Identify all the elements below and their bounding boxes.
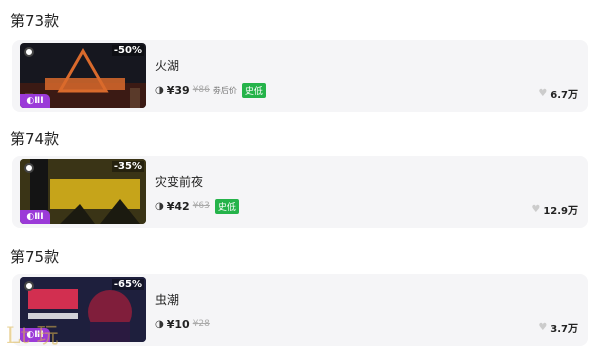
- price-row: ◑ ¥10 ¥28: [155, 316, 210, 332]
- discount-label: -35%: [111, 161, 144, 172]
- discount-label: -50%: [111, 45, 144, 56]
- sale-price: ¥39: [166, 83, 190, 97]
- steam-icon: [24, 163, 34, 173]
- discount-label: -65%: [111, 279, 144, 290]
- watermark: Lt 玩: [6, 324, 59, 349]
- game-thumbnail[interactable]: -35% ◐ⅡⅠ: [20, 159, 146, 224]
- likes[interactable]: ♥ 3.7万: [538, 320, 578, 335]
- game-card[interactable]: -65% ◐ⅡⅠ 虫潮 ◑ ¥10 ¥28 ♥ 3.7万: [12, 274, 588, 346]
- entry-heading: 第74款: [10, 130, 60, 148]
- game-title[interactable]: 虫潮: [155, 291, 179, 308]
- likes[interactable]: ♥ 12.9万: [531, 202, 578, 217]
- game-card[interactable]: -35% ◐ⅡⅠ 灾变前夜 ◑ ¥42 ¥63 史低 ♥ 12.9万: [12, 156, 588, 228]
- heart-icon: ♥: [538, 88, 548, 99]
- entry-heading: 第75款: [10, 248, 60, 266]
- price-row: ◑ ¥39 ¥86 劵后价 史低: [155, 82, 266, 98]
- coin-icon: ◑: [155, 318, 164, 330]
- historic-low-badge: 史低: [241, 82, 266, 98]
- sale-price: ¥42: [166, 199, 190, 213]
- platform-badge-icon: ◐ⅡⅠ: [20, 210, 50, 224]
- original-price: ¥86: [192, 85, 210, 95]
- heart-icon: ♥: [538, 322, 548, 333]
- likes-count: 3.7万: [550, 324, 578, 335]
- original-price: ¥63: [192, 201, 210, 211]
- sale-price: ¥10: [166, 317, 190, 331]
- steam-icon: [24, 281, 34, 291]
- likes-count: 12.9万: [543, 206, 578, 217]
- game-title[interactable]: 火湖: [155, 57, 179, 74]
- coin-icon: ◑: [155, 84, 164, 96]
- coin-icon: ◑: [155, 200, 164, 212]
- steam-icon: [24, 47, 34, 57]
- original-price: ¥28: [192, 319, 210, 329]
- historic-low-badge: 史低: [214, 198, 239, 214]
- price-row: ◑ ¥42 ¥63 史低: [155, 198, 239, 214]
- entry-heading: 第73款: [10, 12, 60, 30]
- platform-badge-icon: ◐ⅡⅠ: [20, 94, 50, 108]
- likes-count: 6.7万: [550, 90, 578, 101]
- game-card[interactable]: -50% ◐ⅡⅠ 火湖 ◑ ¥39 ¥86 劵后价 史低 ♥ 6.7万: [12, 40, 588, 112]
- heart-icon: ♥: [531, 204, 541, 215]
- likes[interactable]: ♥ 6.7万: [538, 86, 578, 101]
- price-note: 劵后价: [212, 85, 237, 95]
- game-thumbnail[interactable]: -50% ◐ⅡⅠ: [20, 43, 146, 108]
- game-title[interactable]: 灾变前夜: [155, 173, 203, 190]
